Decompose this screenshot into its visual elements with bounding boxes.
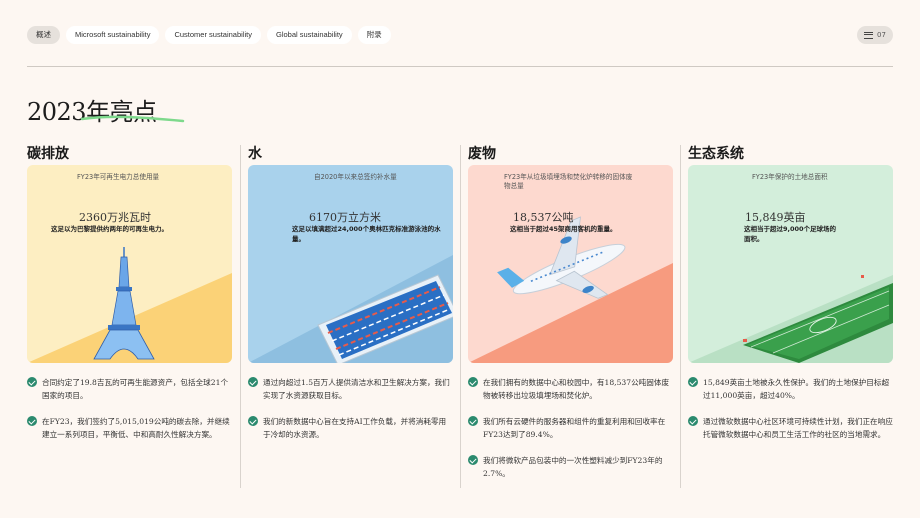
top-nav: 概述 Microsoft sustainability Customer sus… [27, 26, 391, 44]
stat-card-carbon: FY23年可再生电力总使用量 2360万兆瓦时 这足以为巴黎提供约两年的可再生电… [27, 165, 232, 363]
tab-appendix[interactable]: 附录 [357, 26, 391, 44]
column-divider [240, 145, 241, 488]
tab-microsoft-sustainability[interactable]: Microsoft sustainability [66, 26, 160, 44]
stat-label: 自2020年以来总签约补水量 [314, 173, 397, 181]
stat-card-water: 自2020年以来总签约补水量 6170万立方米 这足以填满超过24,000个奥林… [248, 165, 453, 363]
section-heading: 废物 [468, 146, 496, 162]
check-icon [27, 416, 37, 427]
list-item: 在我们拥有的数据中心和校园中，有18,537公吨固体废物被转移出垃圾填埋场和焚化… [468, 376, 673, 402]
list-item: 我们所有云硬件的服务器和组件的重复利用和回收率在FY23达到了89.4%。 [468, 415, 673, 441]
stat-description: 这相当于超过9,000个足球场的面积。 [744, 225, 837, 243]
stat-description: 这足以填满超过24,000个奥林匹克标准游泳池的水量。 [292, 225, 441, 243]
list-item: 我们将微软产品包装中的一次性塑料减少到FY23年的2.7%。 [468, 454, 673, 480]
stat-value: 2360万兆瓦时 [79, 211, 151, 224]
title-underline [80, 115, 185, 123]
stat-label: FY23年可再生电力总使用量 [77, 173, 160, 181]
check-icon [27, 377, 37, 387]
section-ecosystems: 生态系统 [688, 143, 893, 165]
section-waste: 废物 [468, 143, 673, 165]
check-icon [688, 416, 698, 427]
stat-label: FY23年保护的土地总面积 [752, 173, 828, 181]
section-water: 水 [248, 143, 453, 165]
bullets-ecosystems: 15,849英亩土地被永久性保护。我们的土地保护目标超过11,000英亩，超过4… [688, 376, 893, 454]
section-heading: 生态系统 [688, 146, 744, 162]
tab-global-sustainability[interactable]: Global sustainability [266, 26, 352, 44]
eiffel-tower-icon [27, 247, 232, 363]
stat-label: FY23年从垃圾填埋场和焚化炉转移的固体废物总量 [504, 173, 633, 191]
stat-value: 6170万立方米 [309, 211, 381, 224]
soccer-field-icon [688, 275, 893, 363]
bullets-waste: 在我们拥有的数据中心和校园中，有18,537公吨固体废物被转移出垃圾填埋场和焚化… [468, 376, 673, 493]
column-divider [680, 145, 681, 488]
hamburger-icon [864, 31, 874, 39]
section-heading: 碳排放 [27, 146, 69, 162]
stat-description: 这相当于超过45架商用客机的重量。 [510, 225, 617, 233]
check-icon [688, 377, 698, 387]
header-divider [27, 66, 893, 67]
check-icon [248, 377, 258, 387]
menu-button[interactable]: 07 [857, 26, 893, 44]
column-divider [460, 145, 461, 488]
check-icon [248, 416, 258, 427]
stat-card-ecosystems: FY23年保护的土地总面积 15,849英亩 这相当于超过9,000个足球场的面… [688, 165, 893, 363]
check-icon [468, 455, 478, 466]
stat-value: 18,537公吨 [513, 211, 574, 224]
list-item: 通过微软数据中心社区环境可持续性计划，我们正在响应托管微软数据中心和员工生活工作… [688, 415, 893, 441]
airplane-icon [468, 216, 673, 363]
check-icon [468, 416, 478, 427]
list-item: 在FY23，我们签约了5,015,019公吨的碳去除，并继续建立一系列项目，平衡… [27, 415, 232, 441]
list-item: 我们的新数据中心旨在支持AI工作负载，并将消耗零用于冷却的水资源。 [248, 415, 453, 441]
section-carbon: 碳排放 [27, 143, 232, 165]
tab-customer-sustainability[interactable]: Customer sustainability [165, 26, 261, 44]
page-number: 07 [877, 31, 886, 39]
stat-value: 15,849英亩 [745, 211, 806, 224]
stat-description: 这足以为巴黎提供约两年的可再生电力。 [51, 225, 168, 233]
check-icon [468, 377, 478, 387]
bullets-water: 通过向超过1.5百万人提供清洁水和卫生解决方案，我们实现了水资源获取目标。 我们… [248, 376, 453, 454]
swimming-pool-icon [248, 255, 453, 363]
section-heading: 水 [248, 146, 262, 162]
stat-card-waste: FY23年从垃圾填埋场和焚化炉转移的固体废物总量 18,537公吨 这相当于超过… [468, 165, 673, 363]
bullets-carbon: 合同约定了19.8吉瓦的可再生能源资产，包括全球21个国家的项目。 在FY23，… [27, 376, 232, 454]
list-item: 15,849英亩土地被永久性保护。我们的土地保护目标超过11,000英亩，超过4… [688, 376, 893, 402]
tab-overview[interactable]: 概述 [27, 26, 60, 44]
list-item: 通过向超过1.5百万人提供清洁水和卫生解决方案，我们实现了水资源获取目标。 [248, 376, 453, 402]
list-item: 合同约定了19.8吉瓦的可再生能源资产，包括全球21个国家的项目。 [27, 376, 232, 402]
